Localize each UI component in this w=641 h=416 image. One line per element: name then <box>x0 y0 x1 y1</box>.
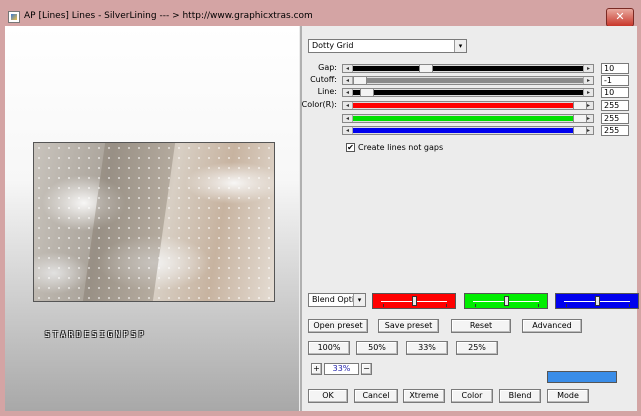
slider-value-field[interactable]: 10 <box>601 87 629 98</box>
slider-thumb[interactable] <box>412 296 417 306</box>
watermark-text: STARDESIGNPSP <box>45 330 147 339</box>
slider-tick <box>538 304 539 307</box>
create-lines-checkbox[interactable]: ✔ <box>346 143 355 152</box>
color-channel-slider[interactable] <box>555 293 639 309</box>
arrow-left-icon[interactable]: ◂ <box>343 65 353 72</box>
slider-thumb[interactable] <box>573 115 587 122</box>
cancel-button[interactable]: Cancel <box>354 389 398 403</box>
chevron-down-icon[interactable]: ▾ <box>454 40 466 52</box>
slider-thumb[interactable] <box>573 127 587 134</box>
mode-button[interactable]: Mode <box>547 389 589 403</box>
blend-button[interactable]: Blend <box>499 389 541 403</box>
app-icon <box>8 11 20 23</box>
slider-track[interactable]: ◂ ▸ <box>342 76 594 85</box>
preview-pane: STARDESIGNPSP <box>5 26 299 411</box>
slider-value-field[interactable]: -1 <box>601 75 629 86</box>
title-bar[interactable]: AP [Lines] Lines - SilverLining --- > ht… <box>4 4 637 27</box>
slider-track[interactable]: ◂ ▸ <box>342 126 594 135</box>
ok-button[interactable]: OK <box>308 389 348 403</box>
arrow-left-icon[interactable]: ◂ <box>343 127 353 134</box>
slider-thumb[interactable] <box>504 296 509 306</box>
slider-fill <box>353 78 583 83</box>
window-title: AP [Lines] Lines - SilverLining --- > ht… <box>24 11 313 21</box>
plugin-window: AP [Lines] Lines - SilverLining --- > ht… <box>0 0 641 416</box>
slider-fill <box>353 103 583 108</box>
slider-thumb[interactable] <box>359 89 374 96</box>
blend-options-dropdown[interactable]: Blend Optio ▾ <box>308 293 366 307</box>
slider-track[interactable]: ◂ ▸ <box>342 88 594 97</box>
open-preset-button[interactable]: Open preset <box>308 319 368 333</box>
slider-tick <box>446 304 447 307</box>
blend-options-value: Blend Optio <box>312 295 359 304</box>
slider-value-field[interactable]: 10 <box>601 63 629 74</box>
zoom-100-button[interactable]: 100% <box>308 341 350 355</box>
slider-thumb[interactable] <box>595 296 600 306</box>
arrow-left-icon[interactable]: ◂ <box>343 115 353 122</box>
arrow-left-icon[interactable]: ◂ <box>343 102 353 109</box>
create-lines-label: Create lines not gaps <box>358 143 444 152</box>
slider-value-field[interactable]: 255 <box>601 113 629 124</box>
chevron-down-icon[interactable]: ▾ <box>353 294 365 306</box>
xtreme-button[interactable]: Xtreme <box>403 389 445 403</box>
slider-label: Color(R): <box>301 100 337 109</box>
controls-panel: Dotty Grid ▾ Gap: ◂ ▸ 10 Cutoff: ◂ ▸ -1 Line: ◂ ▸ 1… <box>302 26 639 411</box>
zoom-minus-button[interactable]: − <box>361 363 372 375</box>
zoom-50-button[interactable]: 50% <box>356 341 398 355</box>
save-preset-button[interactable]: Save preset <box>378 319 439 333</box>
slider-label: Line: <box>317 87 337 96</box>
effect-dropdown-value: Dotty Grid <box>312 41 354 50</box>
slider-fill <box>353 90 583 95</box>
slider-track[interactable]: ◂ ▸ <box>342 114 594 123</box>
slider-label: Cutoff: <box>310 75 337 84</box>
arrow-right-icon[interactable]: ▸ <box>583 89 593 96</box>
close-button[interactable]: ✕ <box>606 8 634 27</box>
reset-button[interactable]: Reset <box>451 319 511 333</box>
slider-thumb[interactable] <box>353 77 367 84</box>
slider-thumb[interactable] <box>419 65 433 72</box>
slider-tick <box>566 304 567 307</box>
slider-label: Gap: <box>318 63 337 72</box>
preview-image <box>33 142 275 302</box>
zoom-value-field[interactable]: 33% <box>324 363 359 375</box>
arrow-left-icon[interactable]: ◂ <box>343 77 353 84</box>
zoom-25-button[interactable]: 25% <box>456 341 498 355</box>
slider-fill <box>353 128 583 133</box>
color-button[interactable]: Color <box>451 389 493 403</box>
slider-track[interactable]: ◂ ▸ <box>342 101 594 110</box>
slider-value-field[interactable]: 255 <box>601 100 629 111</box>
effect-dropdown[interactable]: Dotty Grid ▾ <box>308 39 467 53</box>
dialog-client: STARDESIGNPSP Dotty Grid ▾ Gap: ◂ ▸ 10 Cutof… <box>5 26 639 411</box>
color-swatch[interactable] <box>547 371 617 383</box>
slider-tick <box>383 304 384 307</box>
slider-tick <box>475 304 476 307</box>
slider-thumb[interactable] <box>573 102 587 109</box>
slider-value-field[interactable]: 255 <box>601 125 629 136</box>
slider-tick <box>629 304 630 307</box>
zoom-plus-button[interactable]: + <box>311 363 322 375</box>
slider-fill <box>353 66 583 71</box>
zoom-33-button[interactable]: 33% <box>406 341 448 355</box>
arrow-right-icon[interactable]: ▸ <box>583 65 593 72</box>
arrow-left-icon[interactable]: ◂ <box>343 89 353 96</box>
color-channel-slider[interactable] <box>464 293 548 309</box>
slider-fill <box>353 116 583 121</box>
slider-track[interactable]: ◂ ▸ <box>342 64 594 73</box>
arrow-right-icon[interactable]: ▸ <box>583 77 593 84</box>
color-channel-slider[interactable] <box>372 293 456 309</box>
advanced-button[interactable]: Advanced <box>522 319 582 333</box>
